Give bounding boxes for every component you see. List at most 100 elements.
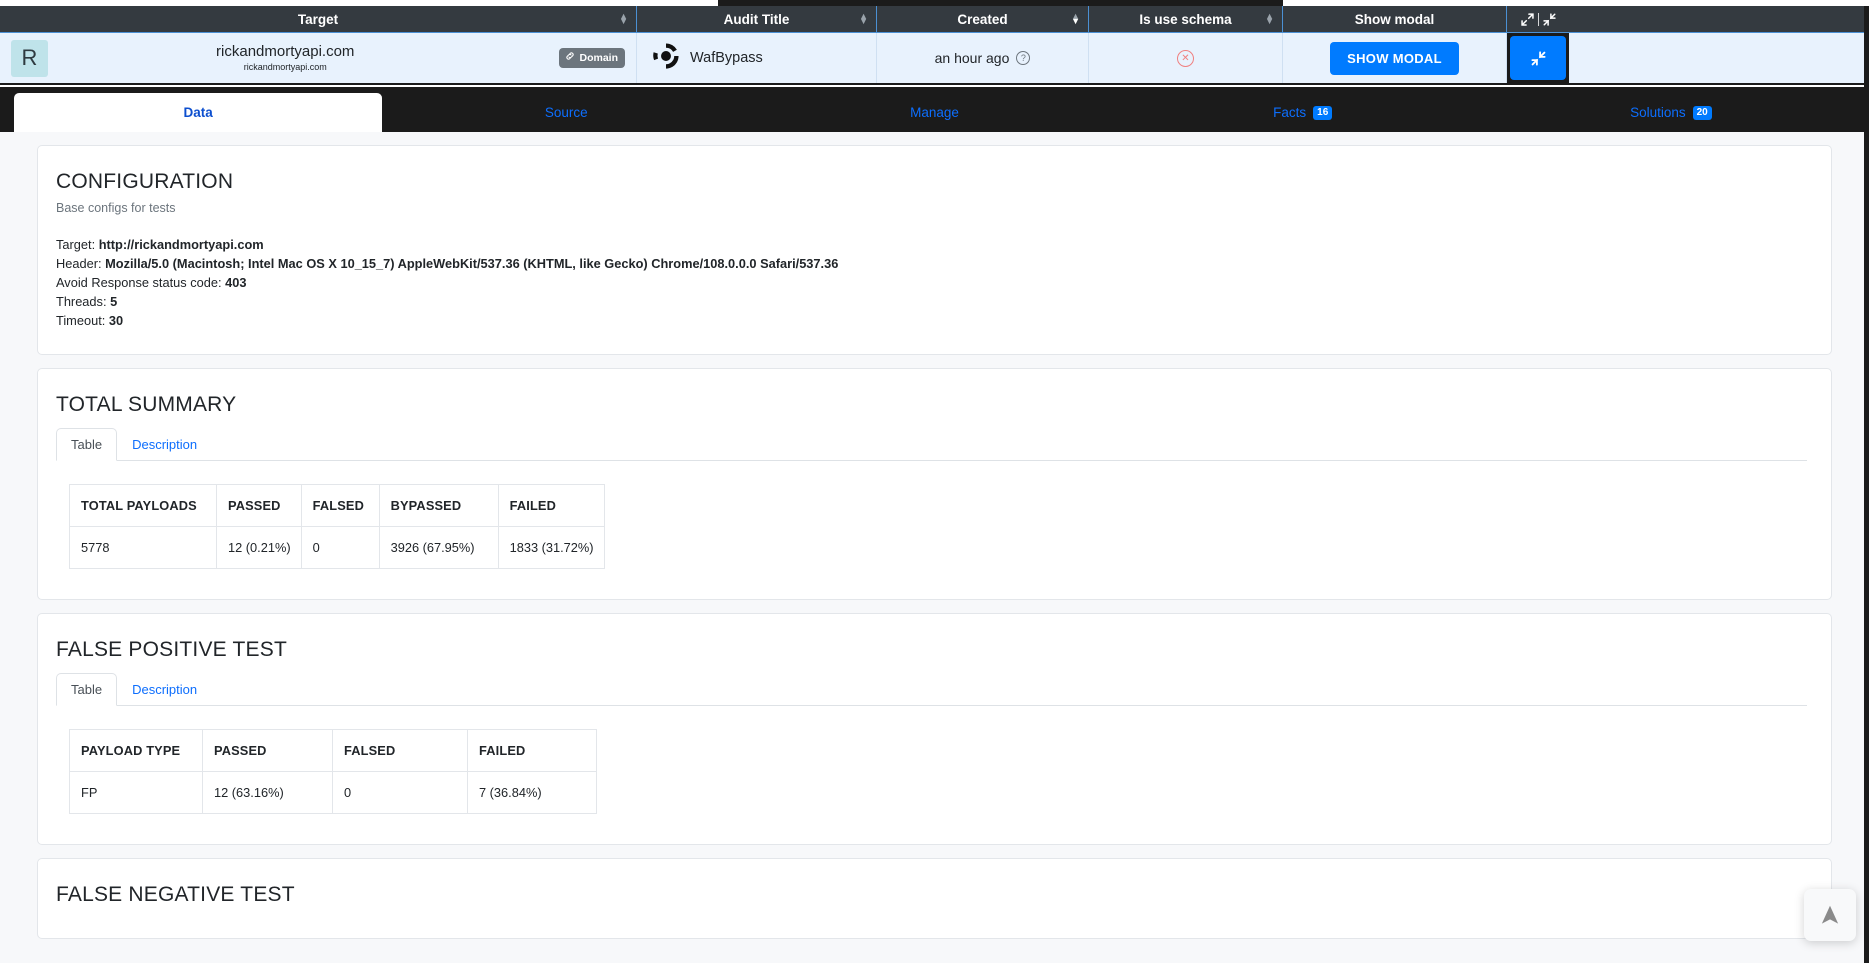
cell-audit-title: WafBypass (637, 33, 877, 83)
tab-data-label: Data (183, 105, 213, 120)
tab-solutions-badge: 20 (1692, 105, 1712, 120)
target-info: rickandmortyapi.com rickandmortyapi.com (11, 43, 559, 73)
column-header-is-use-schema[interactable]: Is use schema ▲ ▼ (1089, 6, 1283, 32)
total-summary-table: TOTAL PAYLOADS PASSED FALSED BYPASSED FA… (69, 484, 605, 569)
main-nav-tabs: Data Source Manage Facts 16 Solutions 20 (14, 91, 1855, 132)
collapse-icon (1530, 50, 1546, 66)
config-value-threads: 5 (110, 294, 118, 309)
link-icon (565, 51, 575, 64)
config-value-header: Mozilla/5.0 (Macintosh; Intel Mac OS X 1… (105, 256, 839, 271)
sort-desc-icon: ▼ (1265, 16, 1274, 26)
tab-solutions-label: Solutions (1630, 105, 1686, 120)
sort-indicator-audit-title[interactable]: ▲ ▼ (859, 12, 868, 26)
audit-title-value: WafBypass (690, 50, 763, 66)
false-positive-tab-table[interactable]: Table (56, 673, 118, 706)
target-url: rickandmortyapi.com (216, 43, 355, 60)
th-bypassed: BYPASSED (378, 484, 499, 527)
question-circle-icon[interactable]: ? (1016, 51, 1031, 65)
created-value: an hour ago (934, 50, 1010, 66)
column-header-target-label: Target (297, 11, 339, 27)
sort-desc-icon: ▼ (859, 16, 868, 26)
td-failed: 7 (36.84%) (467, 771, 597, 814)
config-value-avoid-status: 403 (225, 275, 247, 290)
column-header-created-label: Created (957, 11, 1008, 27)
show-modal-button[interactable]: SHOW MODAL (1330, 41, 1459, 75)
false-positive-tab-description[interactable]: Description (117, 673, 212, 706)
cell-is-use-schema: ✕ (1089, 33, 1283, 83)
tab-facts-badge: 16 (1313, 105, 1333, 120)
td-failed: 1833 (31.72%) (497, 526, 605, 569)
config-value-timeout: 30 (108, 313, 124, 328)
tab-manage[interactable]: Manage (750, 93, 1118, 132)
false-negative-title: FALSE NEGATIVE TEST (56, 883, 295, 906)
tab-source-label: Source (544, 105, 588, 120)
tab-solutions[interactable]: Solutions 20 (1487, 93, 1855, 132)
false-positive-table: PAYLOAD TYPE PASSED FALSED FAILED FP 12 … (69, 729, 597, 814)
row-collapse-button[interactable] (1510, 36, 1566, 80)
column-header-target[interactable]: Target ▲ ▼ (0, 6, 637, 32)
x-circle-icon: ✕ (1177, 49, 1194, 67)
table-row: 5778 12 (0.21%) 0 3926 (67.95%) 1833 (31… (69, 526, 605, 569)
column-header-show-modal: Show modal (1283, 6, 1507, 32)
content-area: CONFIGURATION Base configs for tests Tar… (0, 132, 1869, 963)
column-header-is-use-schema-label: Is use schema (1139, 11, 1232, 27)
td-passed: 12 (63.16%) (202, 771, 333, 814)
sort-indicator-is-use-schema[interactable]: ▲ ▼ (1265, 12, 1274, 26)
th-falsed: FALSED (332, 729, 468, 772)
total-summary-tab-table[interactable]: Table (56, 428, 118, 461)
configuration-card: CONFIGURATION Base configs for tests Tar… (37, 145, 1832, 355)
tab-facts[interactable]: Facts 16 (1119, 93, 1487, 132)
scroll-to-top-button[interactable] (1804, 889, 1856, 941)
th-payload-type: PAYLOAD TYPE (69, 729, 203, 772)
sort-indicator-created[interactable]: ▲ ▼ (1071, 12, 1080, 26)
audit-table-row[interactable]: R rickandmortyapi.com rickandmortyapi.co… (0, 33, 1869, 85)
config-value-target: http://rickandmortyapi.com (98, 237, 264, 252)
false-positive-tabs: Table Description (56, 673, 1807, 706)
th-total-payloads: TOTAL PAYLOADS (69, 484, 217, 527)
total-summary-card: TOTAL SUMMARY Table Description TOTAL PA… (37, 368, 1832, 600)
sort-indicator-target[interactable]: ▲ ▼ (619, 12, 628, 26)
config-row-threads: Threads: 5 (56, 292, 1807, 311)
tools-divider (1537, 12, 1539, 26)
wafbypass-logo-icon (651, 41, 681, 76)
th-passed: PASSED (216, 484, 302, 527)
table-row: FP 12 (63.16%) 0 7 (36.84%) (69, 771, 597, 814)
th-falsed: FALSED (300, 484, 380, 527)
table-header-row: PAYLOAD TYPE PASSED FALSED FAILED (69, 729, 597, 772)
expand-all-icon[interactable] (1520, 12, 1535, 27)
total-summary-tab-description[interactable]: Description (117, 428, 212, 461)
config-row-timeout: Timeout: 30 (56, 311, 1807, 330)
configuration-subtitle: Base configs for tests (56, 201, 176, 215)
td-falsed: 0 (332, 771, 468, 814)
domain-badge-label: Domain (579, 51, 618, 64)
column-header-tools (1507, 6, 1569, 32)
config-label-timeout: Timeout: (56, 313, 106, 328)
cell-row-tools (1507, 33, 1569, 83)
audit-table-header-row: Target ▲ ▼ Audit Title ▲ ▼ Created ▲ ▼ I… (0, 6, 1869, 33)
column-header-created[interactable]: Created ▲ ▼ (877, 6, 1089, 32)
column-header-audit-title-label: Audit Title (723, 11, 790, 27)
total-summary-title: TOTAL SUMMARY (56, 393, 237, 416)
false-positive-title: FALSE POSITIVE TEST (56, 638, 287, 661)
total-summary-tabs: Table Description (56, 428, 1807, 461)
th-failed: FAILED (497, 484, 605, 527)
tab-data[interactable]: Data (14, 93, 383, 132)
sort-desc-icon: ▼ (1071, 16, 1080, 26)
td-payload-type: FP (69, 771, 203, 814)
config-label-header: Header: (56, 256, 102, 271)
right-edge-strip (1864, 6, 1869, 963)
false-positive-test-card: FALSE POSITIVE TEST Table Description PA… (37, 613, 1832, 845)
th-failed: FAILED (467, 729, 597, 772)
tab-manage-label: Manage (910, 105, 959, 120)
th-passed: PASSED (202, 729, 333, 772)
tab-source[interactable]: Source (382, 93, 750, 132)
td-passed: 12 (0.21%) (216, 526, 302, 569)
collapse-all-icon[interactable] (1542, 12, 1557, 27)
cell-show-modal: SHOW MODAL (1283, 33, 1507, 83)
domain-badge: Domain (559, 48, 625, 68)
arrow-up-icon (1821, 905, 1839, 924)
audit-table: Target ▲ ▼ Audit Title ▲ ▼ Created ▲ ▼ I… (0, 6, 1869, 85)
column-header-audit-title[interactable]: Audit Title ▲ ▼ (637, 6, 877, 32)
tab-facts-label: Facts (1273, 105, 1307, 120)
config-row-header: Header: Mozilla/5.0 (Macintosh; Intel Ma… (56, 254, 1807, 273)
